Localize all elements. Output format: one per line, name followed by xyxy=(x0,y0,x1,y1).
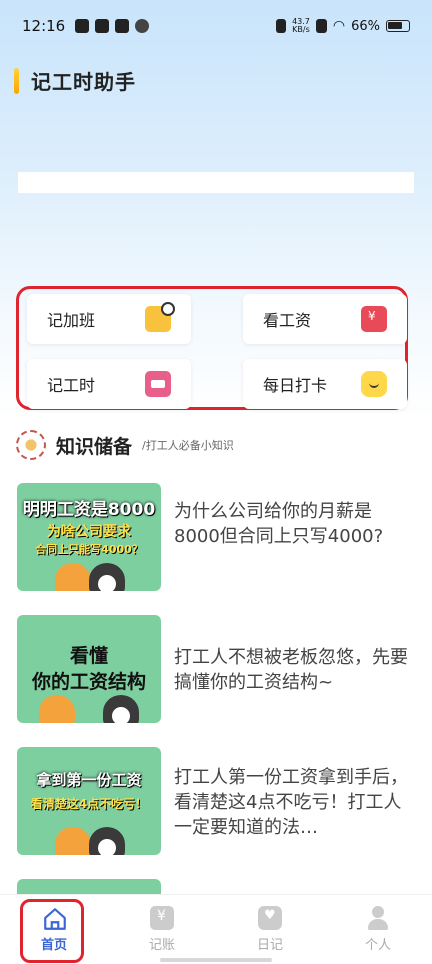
husky-illustration xyxy=(89,563,125,591)
diary-icon xyxy=(258,906,282,930)
article-title: 打工人不想被老板忽悠，先要搞懂你的工资结构~ xyxy=(174,647,408,693)
nav-label: 记账 xyxy=(148,938,175,953)
home-icon xyxy=(42,906,66,930)
status-bar: 12:16 43.7 KB/s ◠ 66% xyxy=(0,0,432,52)
article-item[interactable]: 看懂 你的工资结构 打工人不想被老板忽悠，先要搞懂你的工资结构~ xyxy=(17,615,417,723)
home-indicator xyxy=(160,958,272,962)
nav-label: 日记 xyxy=(256,938,283,953)
thumb-headline: 明明工资是8000 xyxy=(22,500,156,520)
thumb-subline: 为啥公司要求 xyxy=(47,524,131,540)
battery-percent: 66% xyxy=(351,18,380,34)
net-speed: 43.7 KB/s xyxy=(292,18,310,34)
article-thumbnail xyxy=(17,879,161,894)
status-time: 12:16 xyxy=(22,17,66,35)
shiba-illustration xyxy=(55,827,91,855)
nav-home[interactable]: 首页 xyxy=(0,895,108,964)
battery-icon xyxy=(386,20,410,32)
shiba-illustration xyxy=(55,563,91,591)
thumb-subline: 你的工资结构 xyxy=(31,671,146,693)
notification-wechat-icon xyxy=(135,19,150,33)
article-title: 为什么公司给你的月薪是8000但合同上只写4000? xyxy=(174,501,384,547)
banner-placeholder xyxy=(18,172,414,193)
vibrate-icon xyxy=(276,19,287,33)
daily-checkin-icon xyxy=(361,371,387,397)
article-thumbnail: 明明工资是8000 为啥公司要求 合同上只能写4000？ xyxy=(17,483,161,591)
section-subtitle: /打工人必备小知识 xyxy=(142,439,234,452)
quick-action-label: 看工资 xyxy=(263,311,312,330)
thumb-subline: 看清楚这4点不吃亏！ xyxy=(30,797,148,811)
quick-action-label: 记加班 xyxy=(47,311,96,330)
quick-action-label: 记工时 xyxy=(47,376,96,395)
husky-illustration xyxy=(89,827,125,855)
notification-app-icon xyxy=(75,19,90,33)
knowledge-section-header: 知识储备 /打工人必备小知识 xyxy=(16,430,234,460)
bottom-nav: 首页 记账 日记 个人 xyxy=(0,894,432,964)
hours-card-icon xyxy=(145,371,171,397)
nav-label: 个人 xyxy=(364,938,391,953)
app-title: 记工时助手 xyxy=(31,70,136,94)
article-thumbnail: 拿到第一份工资 看清楚这4点不吃亏！ xyxy=(17,747,161,855)
nav-profile[interactable]: 个人 xyxy=(324,895,432,964)
nav-ledger[interactable]: 记账 xyxy=(108,895,216,964)
overtime-clock-icon xyxy=(145,302,175,332)
salary-wallet-icon xyxy=(361,306,387,332)
quick-action-overtime[interactable]: 记加班 xyxy=(27,294,191,344)
app-header: 记工时助手 xyxy=(14,66,136,95)
notification-app-icon xyxy=(95,19,110,33)
section-title: 知识储备 xyxy=(56,435,133,458)
quick-action-hours[interactable]: 记工时 xyxy=(27,359,191,409)
quick-action-salary[interactable]: 看工资 xyxy=(243,294,407,344)
article-item-partial[interactable] xyxy=(17,879,417,894)
thumb-subline: 合同上只能写4000？ xyxy=(35,543,143,556)
profile-icon xyxy=(366,906,390,930)
notification-mail-icon xyxy=(115,19,130,33)
wifi-icon: ◠ xyxy=(332,18,346,34)
quick-action-label: 每日打卡 xyxy=(263,376,328,395)
article-title: 打工人第一份工资拿到手后，看清楚这4点不吃亏！打工人一定要知道的法… xyxy=(174,767,408,838)
article-thumbnail: 看懂 你的工资结构 xyxy=(17,615,161,723)
husky-illustration xyxy=(103,695,139,723)
ledger-icon xyxy=(150,906,174,930)
no-sim-icon xyxy=(315,19,327,33)
knowledge-badge-icon xyxy=(16,430,46,460)
nav-diary[interactable]: 日记 xyxy=(216,895,324,964)
title-accent-bar xyxy=(14,67,19,94)
quick-actions-panel: 记加班 看工资 记工时 每日打卡 xyxy=(16,286,408,410)
quick-action-checkin[interactable]: 每日打卡 xyxy=(243,359,407,409)
article-item[interactable]: 明明工资是8000 为啥公司要求 合同上只能写4000？ 为什么公司给你的月薪是… xyxy=(17,483,417,591)
net-speed-unit: KB/s xyxy=(292,25,310,34)
thumb-headline: 看懂 xyxy=(69,645,108,667)
article-item[interactable]: 拿到第一份工资 看清楚这4点不吃亏！ 打工人第一份工资拿到手后，看清楚这4点不吃… xyxy=(17,747,417,855)
thumb-headline: 拿到第一份工资 xyxy=(36,771,142,789)
shiba-illustration xyxy=(39,695,75,723)
